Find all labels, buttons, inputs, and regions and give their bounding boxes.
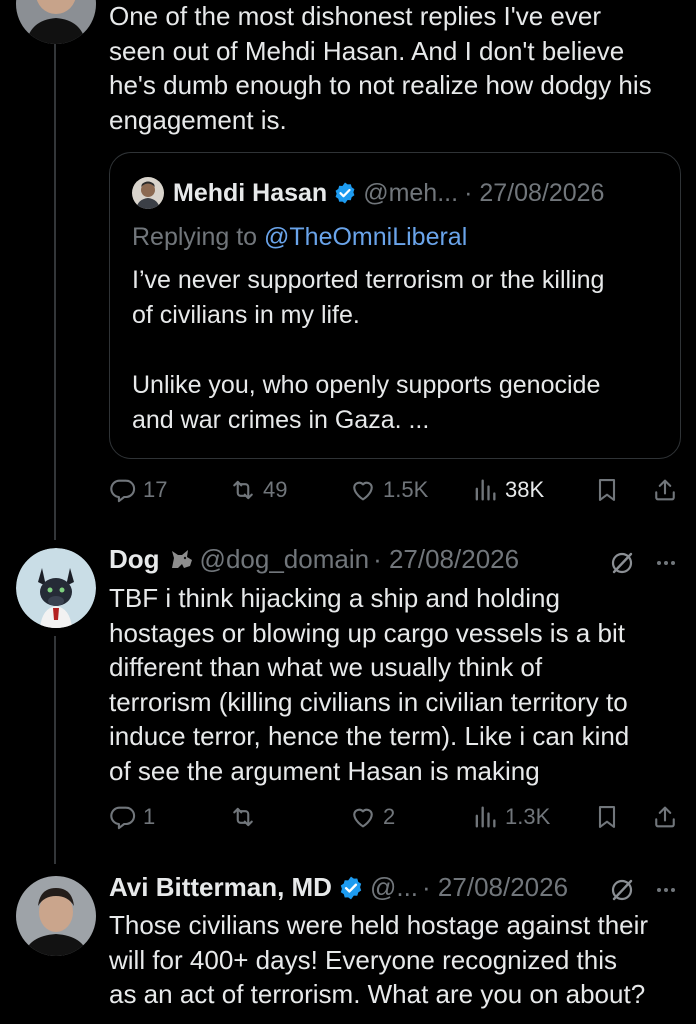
avatar[interactable] <box>16 876 96 956</box>
view-count: 38K <box>505 477 545 502</box>
verified-badge-icon <box>340 876 362 899</box>
tweet-date: · 27/08/2026 <box>422 872 569 902</box>
view-count: 1.3K <box>505 804 551 829</box>
dog-emoji-icon <box>171 549 192 568</box>
quoted-tweet-text: I’ve never supported terrorism or the ki… <box>132 266 605 434</box>
repost-icon <box>233 807 253 827</box>
share-button[interactable] <box>651 472 679 508</box>
quoted-tweet-header: Mehdi Hasan @meh... · 27/08/2026 <box>132 177 604 209</box>
bookmark-button[interactable] <box>593 472 621 508</box>
avatar <box>132 177 164 209</box>
tweet-header: Avi Bitterman, MD @... · 27/08/2026 <box>109 872 568 903</box>
grok-icon[interactable] <box>608 549 636 577</box>
bookmark-icon <box>598 806 616 828</box>
replying-to: Replying to @TheOmniLiberal <box>132 223 467 252</box>
bookmark-icon <box>598 479 616 501</box>
author-handle[interactable]: @meh... <box>363 179 458 208</box>
more-icon[interactable] <box>652 549 680 577</box>
repost-button[interactable]: 49 <box>229 472 287 508</box>
thread-line-middle <box>54 636 56 864</box>
author-handle[interactable]: @... <box>370 872 418 903</box>
author-name[interactable]: Dog <box>109 544 160 575</box>
reply-icon <box>110 479 136 503</box>
repost-count: 49 <box>263 477 288 502</box>
share-icon <box>655 479 675 501</box>
views-icon <box>475 479 496 501</box>
reply-button[interactable]: 1 <box>109 799 155 835</box>
reply-button[interactable]: 17 <box>109 472 167 508</box>
avatar[interactable] <box>16 548 96 628</box>
tweet-header: Dog @dog_domain · 27/08/2026 <box>109 544 519 575</box>
replying-to-label: Replying to <box>132 223 265 251</box>
tweet-actions: 17 49 1.5K 38K <box>109 472 681 508</box>
bookmark-button[interactable] <box>593 799 621 835</box>
tweet-date: · 27/08/2026 <box>373 544 520 574</box>
author-name[interactable]: Avi Bitterman, MD <box>109 872 332 903</box>
repost-button[interactable] <box>229 799 263 835</box>
mention-link[interactable]: @TheOmniLiberal <box>264 223 467 251</box>
avatar[interactable] <box>16 0 96 44</box>
thread-line-top <box>54 44 56 540</box>
views-button[interactable]: 1.3K <box>471 799 550 835</box>
more-icon[interactable] <box>652 876 680 904</box>
reply-count: 17 <box>143 477 168 502</box>
grok-icon[interactable] <box>608 876 636 904</box>
tweet-text: TBF i think hijacking a ship and holding… <box>109 583 630 786</box>
like-count: 2 <box>383 804 396 829</box>
views-icon <box>475 806 496 828</box>
reply-count: 1 <box>143 804 156 829</box>
tweet-date: · 27/08/2026 <box>464 178 605 207</box>
share-button[interactable] <box>651 799 679 835</box>
like-icon <box>353 808 373 828</box>
author-name[interactable]: Mehdi Hasan <box>173 179 327 208</box>
tweet-text: One of the most dishonest replies I've e… <box>109 1 652 135</box>
like-button[interactable]: 2 <box>349 799 395 835</box>
views-button[interactable]: 38K <box>471 472 544 508</box>
like-button[interactable]: 1.5K <box>349 472 428 508</box>
verified-badge-icon <box>335 182 355 204</box>
tweet-text: Those civilians were held hostage agains… <box>109 910 649 1009</box>
like-icon <box>353 481 373 501</box>
author-handle[interactable]: @dog_domain <box>200 544 370 575</box>
share-icon <box>655 806 675 828</box>
reply-icon <box>110 806 136 830</box>
quoted-tweet[interactable]: Mehdi Hasan @meh... · 27/08/2026 Replyin… <box>109 152 681 459</box>
repost-icon <box>233 480 253 500</box>
tweet-actions: 1 2 1.3K <box>109 799 681 835</box>
like-count: 1.5K <box>383 477 429 502</box>
